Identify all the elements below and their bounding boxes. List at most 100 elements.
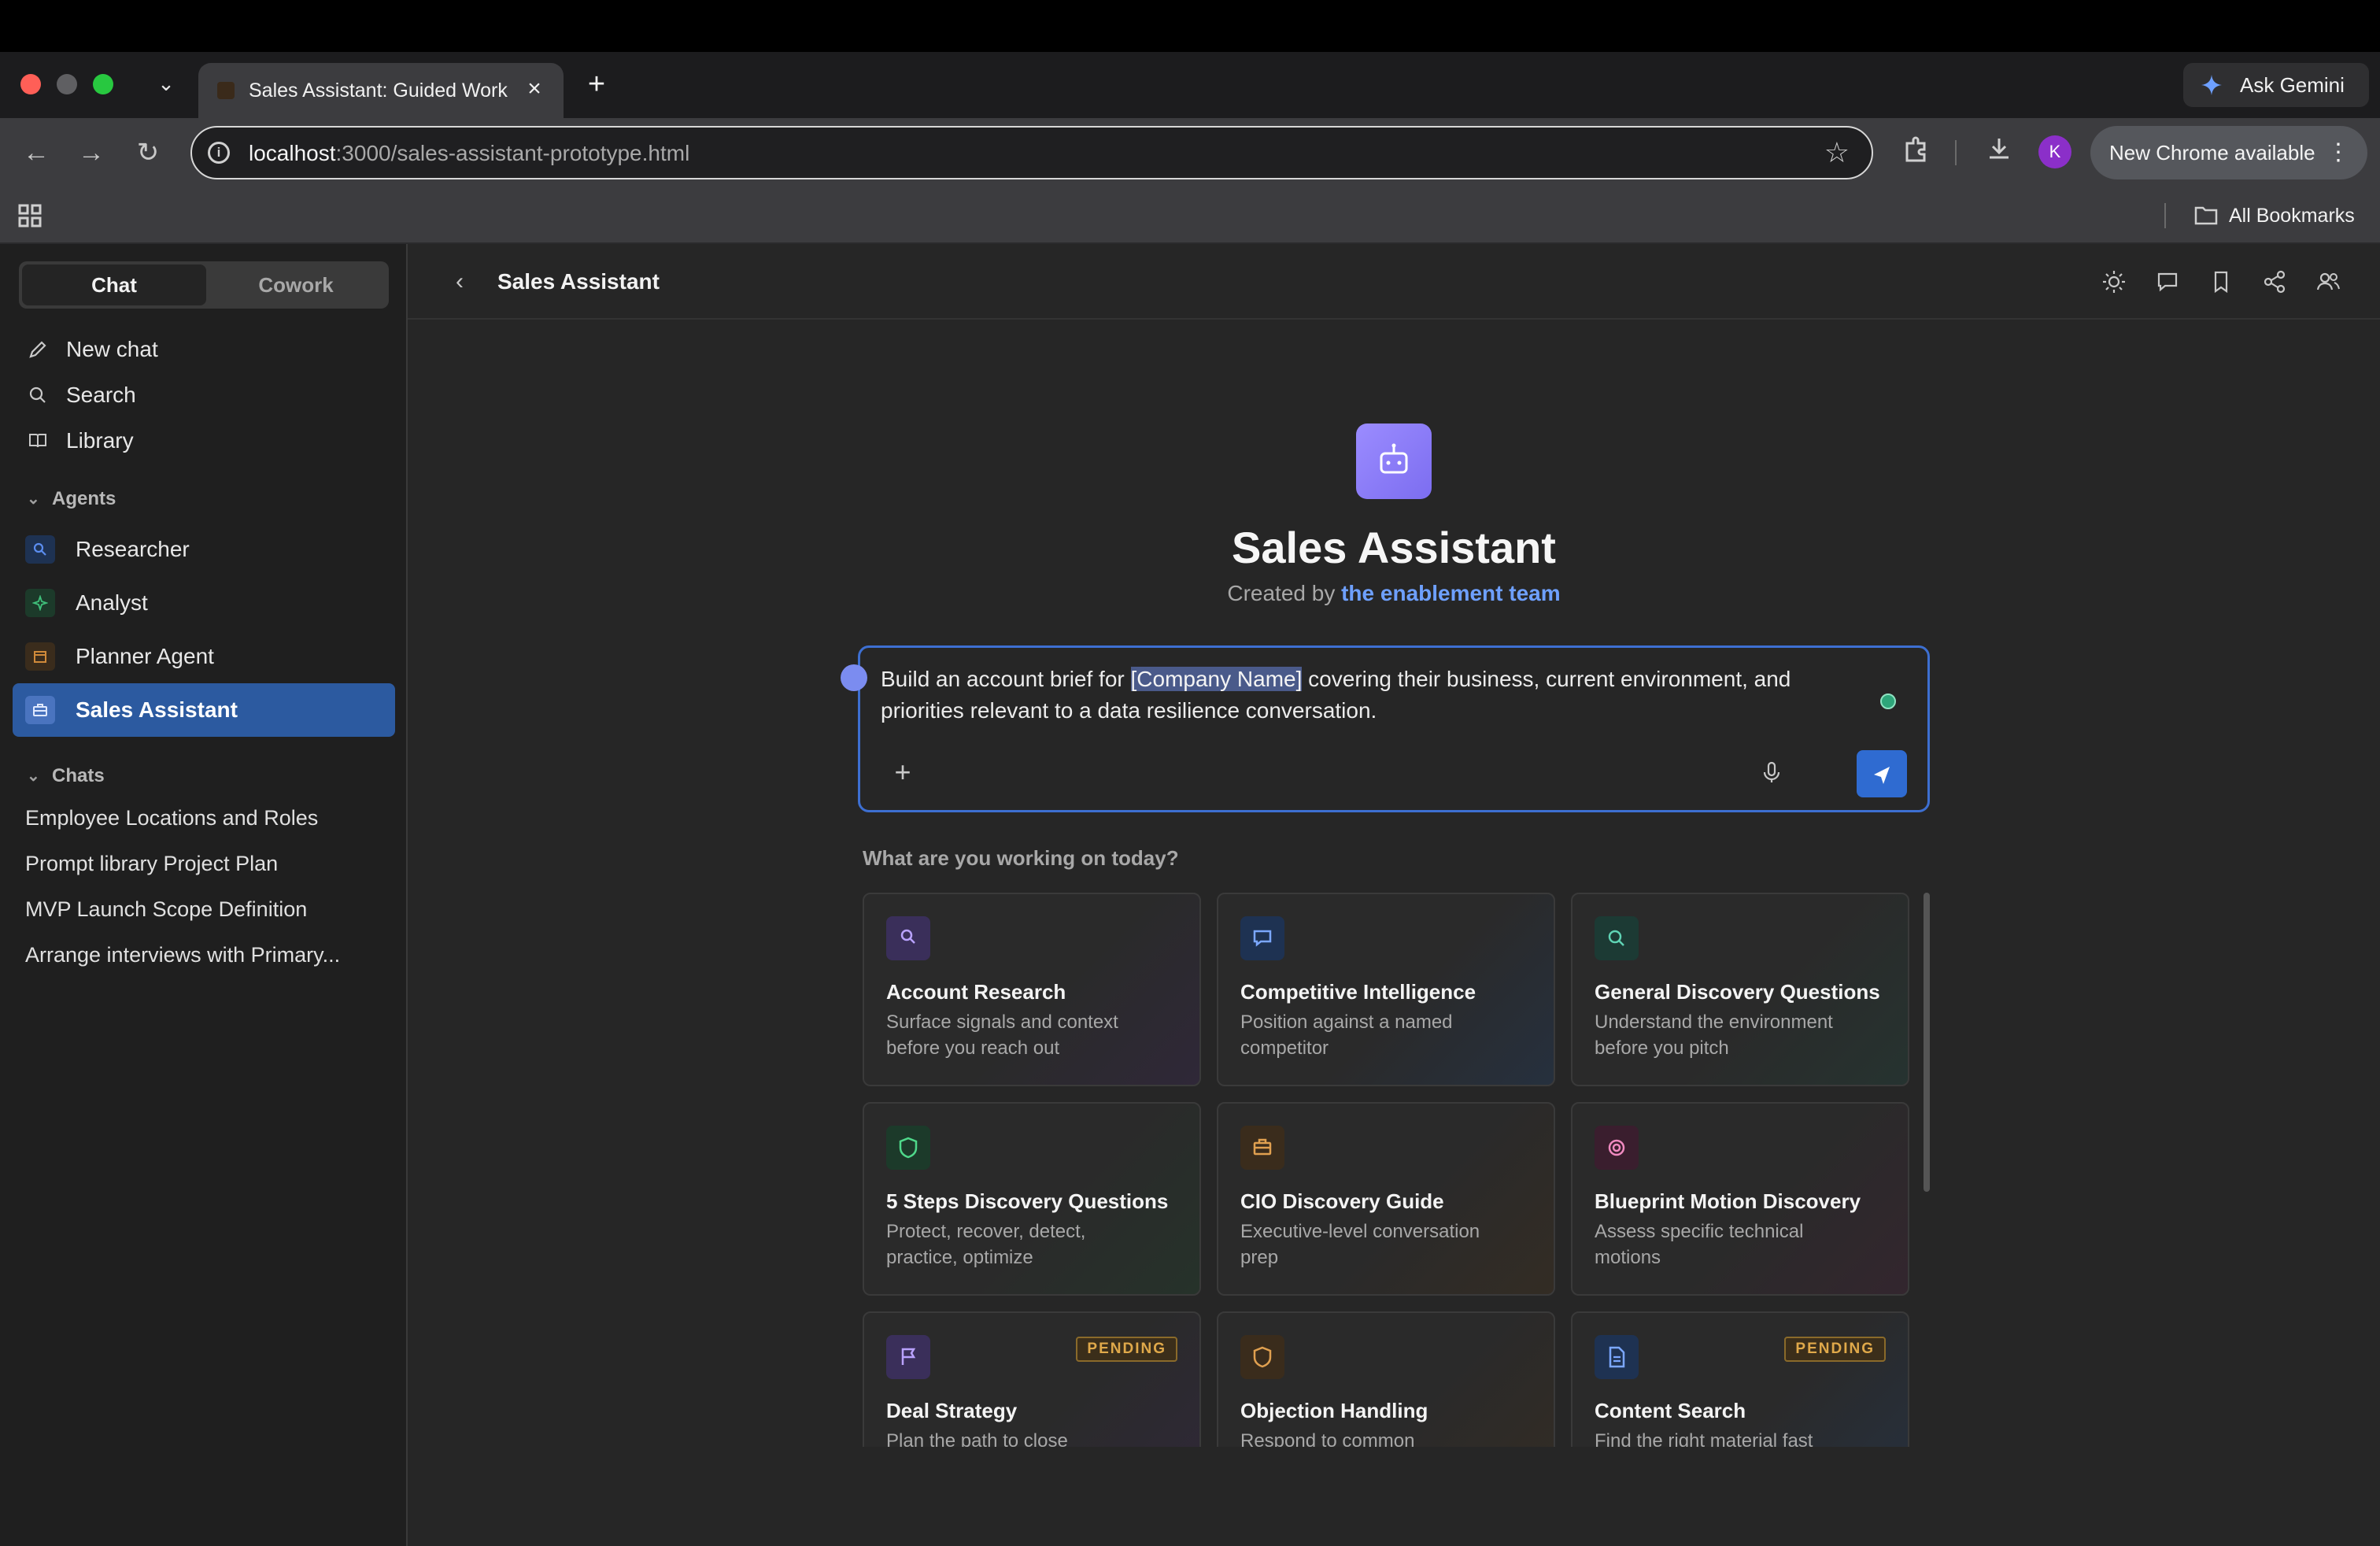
- prompt-composer[interactable]: Build an account brief for [Company Name…: [858, 645, 1930, 812]
- agent-sales-assistant[interactable]: Sales Assistant: [13, 683, 395, 737]
- agent-label: Sales Assistant: [76, 697, 238, 722]
- status-indicator: [1880, 693, 1896, 709]
- agent-planner[interactable]: Planner Agent: [13, 630, 395, 683]
- url-host: localhost: [249, 141, 336, 165]
- mode-chat-tab[interactable]: Chat: [22, 264, 206, 305]
- chat-history-item[interactable]: Prompt library Project Plan: [25, 844, 387, 883]
- more-menu-icon[interactable]: ⋮: [2326, 126, 2350, 179]
- microphone-icon[interactable]: [1757, 758, 1786, 786]
- extensions-icon[interactable]: [1898, 135, 1933, 170]
- prompt-placeholder-token[interactable]: [Company Name]: [1130, 667, 1303, 691]
- all-bookmarks-label: All Bookmarks: [2229, 205, 2355, 227]
- new-chrome-available-button[interactable]: New Chrome available ⋮: [2090, 126, 2367, 179]
- agent-researcher[interactable]: Researcher: [13, 523, 395, 576]
- ask-gemini-label: Ask Gemini: [2240, 73, 2345, 97]
- agent-title: Sales Assistant: [1232, 523, 1556, 572]
- workflow-card[interactable]: Account Research Surface signals and con…: [863, 893, 1201, 1086]
- pending-badge: PENDING: [1784, 1337, 1886, 1362]
- chat-history-item[interactable]: MVP Launch Scope Definition: [25, 890, 387, 929]
- chat-history-item[interactable]: Arrange interviews with Primary...: [25, 935, 387, 975]
- all-bookmarks-button[interactable]: All Bookmarks: [2194, 202, 2355, 230]
- workflow-card[interactable]: PENDING Content Search Find the right ma…: [1571, 1311, 1909, 1447]
- target-icon: [1595, 1126, 1639, 1170]
- card-description: Respond to common pushback: [1240, 1430, 1415, 1447]
- new-chrome-label: New Chrome available: [2109, 141, 2315, 165]
- briefcase-icon: [25, 696, 55, 724]
- workflow-card[interactable]: PENDING Deal Strategy Plan the path to c…: [863, 1311, 1201, 1447]
- ask-gemini-button[interactable]: Ask Gemini: [2183, 63, 2369, 107]
- site-info-icon[interactable]: i: [208, 142, 230, 164]
- address-bar[interactable]: i localhost:3000/sales-assistant-prototy…: [190, 126, 1873, 179]
- card-description: Position against a named competitor: [1240, 1012, 1453, 1059]
- workflow-card[interactable]: Blueprint Motion Discovery Assess specif…: [1571, 1102, 1909, 1296]
- mode-cowork-tab[interactable]: Cowork: [206, 264, 386, 305]
- close-tab-icon[interactable]: ×: [521, 76, 548, 102]
- sparkle-icon: [25, 589, 55, 617]
- cursor-dot: [841, 664, 867, 691]
- library-button[interactable]: Library: [19, 420, 389, 461]
- pencil-icon: [29, 341, 46, 358]
- close-window-button[interactable]: [20, 74, 41, 94]
- share-icon[interactable]: [2260, 268, 2289, 296]
- chat-history-item[interactable]: Employee Locations and Roles: [25, 798, 387, 838]
- new-chat-label: New chat: [66, 337, 158, 361]
- downloads-icon[interactable]: [1982, 135, 2016, 170]
- tab-search-chevron-icon[interactable]: ⌄: [154, 69, 178, 98]
- send-arrow-icon: [1874, 767, 1890, 784]
- cards-scrollbar[interactable]: [1924, 893, 1930, 1192]
- card-description: Understand the environment before you pi…: [1595, 1012, 1833, 1059]
- agents-section-header[interactable]: ⌄ Agents: [19, 483, 389, 515]
- tab-title: Sales Assistant: Guided Work: [249, 80, 508, 102]
- robot-icon: [1356, 423, 1432, 499]
- reload-icon[interactable]: ↻: [131, 135, 165, 170]
- agent-label: Analyst: [76, 590, 148, 615]
- search-button[interactable]: Search: [19, 375, 389, 416]
- section-prompt-label: What are you working on today?: [863, 846, 1179, 870]
- workflow-card[interactable]: Competitive Intelligence Position agains…: [1217, 893, 1555, 1086]
- chats-section-header[interactable]: ⌄ Chats: [19, 760, 389, 792]
- chats-header-label: Chats: [52, 765, 105, 786]
- profile-avatar[interactable]: K: [2038, 135, 2071, 168]
- bookmark-star-icon[interactable]: ☆: [1824, 135, 1850, 170]
- card-description: Find the right material fast: [1595, 1430, 1813, 1447]
- apps-grid-icon[interactable]: [17, 203, 42, 228]
- card-title: CIO Discovery Guide: [1240, 1189, 1444, 1213]
- book-icon: [29, 434, 46, 448]
- main-header: ‹ Sales Assistant: [408, 244, 2380, 320]
- prompt-input[interactable]: Build an account brief for [Company Name…: [881, 664, 1849, 730]
- back-arrow-icon[interactable]: ←: [19, 135, 54, 170]
- library-label: Library: [66, 428, 134, 453]
- new-chat-button[interactable]: New chat: [19, 329, 389, 370]
- new-tab-button[interactable]: +: [581, 69, 612, 101]
- created-by-label: Created by: [1227, 581, 1336, 605]
- browser-tab[interactable]: Sales Assistant: Guided Work ×: [198, 63, 564, 118]
- card-description: Executive-level conversation prep: [1240, 1221, 1480, 1268]
- send-button[interactable]: [1857, 750, 1907, 797]
- people-icon[interactable]: [2314, 268, 2342, 296]
- back-chevron-icon[interactable]: ‹: [445, 268, 474, 296]
- chat-icon: [1240, 916, 1284, 960]
- creator-link[interactable]: the enablement team: [1341, 581, 1561, 605]
- workflow-card[interactable]: 5 Steps Discovery Questions Protect, rec…: [863, 1102, 1201, 1296]
- zoom-window-button[interactable]: [93, 74, 113, 94]
- menu-bar-area: [0, 0, 2380, 52]
- forward-arrow-icon[interactable]: →: [74, 135, 109, 170]
- bookmarks-divider: [2164, 203, 2166, 228]
- theme-sun-icon[interactable]: [2100, 268, 2128, 296]
- card-description: Plan the path to close: [886, 1430, 1068, 1447]
- bookmark-icon[interactable]: [2207, 268, 2235, 296]
- card-title: Objection Handling: [1240, 1399, 1428, 1422]
- search-icon: [29, 386, 46, 403]
- workflow-card[interactable]: Objection Handling Respond to common pus…: [1217, 1311, 1555, 1447]
- agent-analyst[interactable]: Analyst: [13, 576, 395, 630]
- card-description: Protect, recover, detect, practice, opti…: [886, 1221, 1086, 1268]
- workflow-card[interactable]: CIO Discovery Guide Executive-level conv…: [1217, 1102, 1555, 1296]
- workflow-card[interactable]: General Discovery Questions Understand t…: [1571, 893, 1909, 1086]
- minimize-window-button[interactable]: [57, 74, 77, 94]
- add-attachment-icon[interactable]: +: [889, 758, 917, 786]
- mode-toggle: Chat Cowork: [19, 261, 389, 309]
- agent-label: Planner Agent: [76, 644, 214, 668]
- comment-icon[interactable]: [2153, 268, 2182, 296]
- agents-header-label: Agents: [52, 488, 116, 509]
- url-text: localhost:3000/sales-assistant-prototype…: [249, 139, 689, 168]
